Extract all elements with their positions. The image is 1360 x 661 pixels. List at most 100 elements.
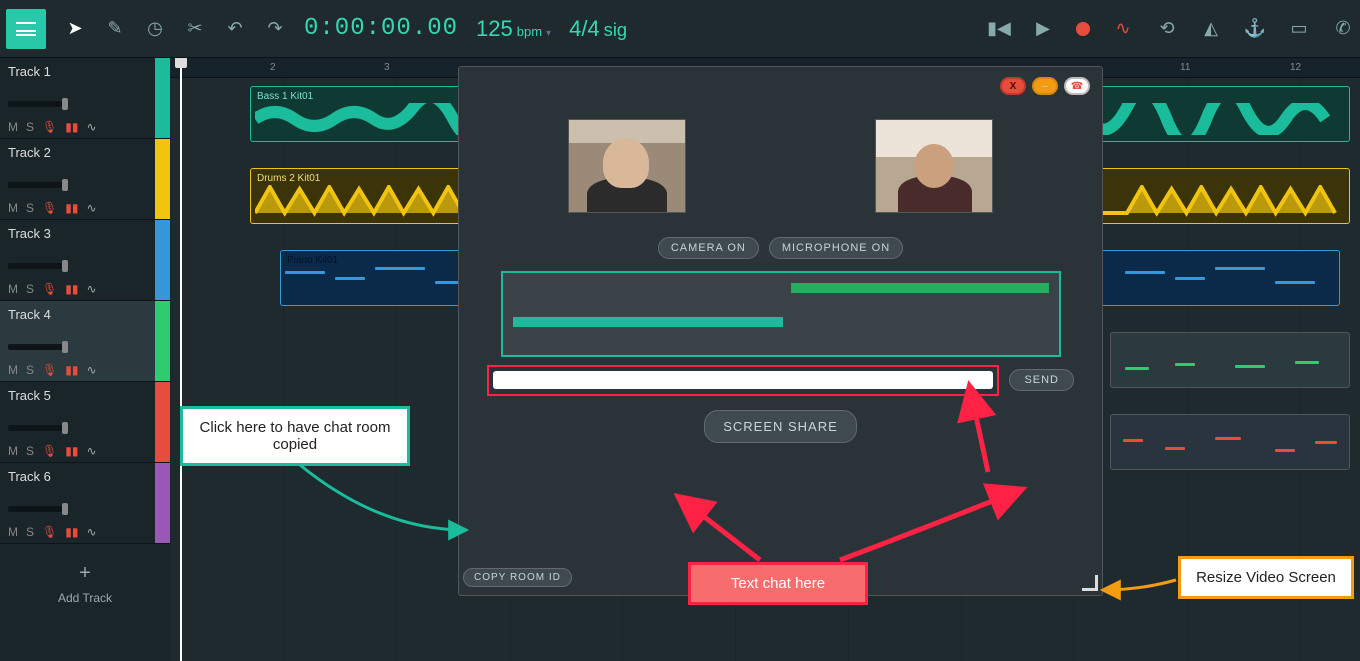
solo-button[interactable]: S	[26, 444, 34, 458]
track-color-strip	[155, 382, 170, 462]
solo-button[interactable]: S	[26, 120, 34, 134]
midi-notes	[1115, 345, 1345, 383]
solo-button[interactable]: S	[26, 282, 34, 296]
midi-icon[interactable]: ▮▮	[65, 444, 78, 458]
ruler-mark: 3	[384, 62, 390, 73]
callout-resize: Resize Video Screen	[1178, 556, 1354, 599]
midi-icon[interactable]: ▮▮	[65, 363, 78, 377]
close-video-button[interactable]: X	[1000, 77, 1026, 95]
track-header[interactable]: Track 1 M S 🎙 ▮▮ ∿	[0, 58, 170, 139]
metronome-icon[interactable]: ◭	[1200, 18, 1222, 40]
automation-toggle-icon[interactable]: ∿	[86, 444, 96, 458]
bpm-label: bpm	[517, 24, 542, 39]
arm-rec-icon[interactable]: 🎙	[42, 525, 57, 539]
track-name: Track 3	[8, 226, 162, 241]
solo-button[interactable]: S	[26, 363, 34, 377]
clip-label: Bass 1 Kit01	[257, 91, 313, 102]
midi-icon[interactable]: ▮▮	[65, 120, 78, 134]
mute-button[interactable]: M	[8, 363, 18, 377]
arm-rec-icon[interactable]: 🎙	[42, 201, 57, 215]
hangup-icon[interactable]: ☎	[1064, 77, 1090, 95]
snap-icon[interactable]: ▭	[1288, 18, 1310, 40]
record-icon[interactable]	[1076, 22, 1090, 36]
plus-icon: +	[79, 562, 91, 585]
sig-label: sig	[604, 19, 627, 41]
volume-slider[interactable]	[8, 182, 68, 188]
track-header[interactable]: Track 4 MS 🎙 ▮▮ ∿	[0, 301, 170, 382]
redo-icon[interactable]: ↷	[264, 18, 286, 40]
play-icon[interactable]: ▶	[1032, 18, 1054, 40]
timesig-display[interactable]: 4/4 sig	[569, 16, 627, 42]
copy-room-id-button[interactable]: COPY ROOM ID	[463, 568, 572, 587]
arm-rec-icon[interactable]: 🎙	[42, 120, 57, 134]
phone-icon[interactable]: ✆	[1332, 18, 1354, 40]
chat-input[interactable]	[493, 371, 993, 389]
arm-rec-icon[interactable]: 🎙	[42, 282, 57, 296]
chat-message	[513, 317, 783, 327]
tracks-panel: Track 1 M S 🎙 ▮▮ ∿ Track 2 MS🎙▮▮∿ Track …	[0, 58, 170, 661]
add-track-label: Add Track	[58, 591, 112, 605]
midi-clip[interactable]	[1110, 332, 1350, 388]
bpm-value: 125	[476, 16, 513, 42]
top-toolbar: ➤ ✎ ◷ ✂ ↶ ↷ 0:00:00.00 125 bpm ▾ 4/4 sig…	[0, 0, 1360, 58]
video-chat-panel[interactable]: X – ☎ CAMERA ON MICROPHONE ON SEND SCREE…	[458, 66, 1103, 596]
undo-icon[interactable]: ↶	[224, 18, 246, 40]
midi-icon[interactable]: ▮▮	[65, 201, 78, 215]
volume-slider[interactable]	[8, 506, 68, 512]
microphone-toggle-button[interactable]: MICROPHONE ON	[769, 237, 903, 259]
track-name: Track 6	[8, 469, 162, 484]
track-name: Track 5	[8, 388, 162, 403]
volume-slider[interactable]	[8, 344, 68, 350]
automation-icon[interactable]: ∿	[1112, 18, 1134, 40]
volume-slider[interactable]	[8, 263, 68, 269]
mute-button[interactable]: M	[8, 282, 18, 296]
bpm-display[interactable]: 125 bpm ▾	[476, 16, 551, 42]
mute-button[interactable]: M	[8, 120, 18, 134]
track-name: Track 4	[8, 307, 162, 322]
track-header[interactable]: Track 3 MS 🎙 ▮▮ ∿	[0, 220, 170, 301]
track-color-strip	[155, 220, 170, 300]
track-color-strip	[155, 301, 170, 381]
resize-handle[interactable]	[1082, 575, 1098, 591]
playhead[interactable]	[180, 58, 182, 661]
chat-log	[501, 271, 1061, 357]
volume-slider[interactable]	[8, 101, 68, 107]
track-header[interactable]: Track 6 MS 🎙 ▮▮ ∿	[0, 463, 170, 544]
midi-clip[interactable]	[1110, 414, 1350, 470]
arm-rec-icon[interactable]: 🎙	[42, 444, 57, 458]
mute-button[interactable]: M	[8, 201, 18, 215]
skip-start-icon[interactable]: ▮◀	[988, 18, 1010, 40]
pointer-tool-icon[interactable]: ➤	[64, 18, 86, 40]
automation-toggle-icon[interactable]: ∿	[86, 201, 96, 215]
track-header[interactable]: Track 2 MS🎙▮▮∿	[0, 139, 170, 220]
midi-icon[interactable]: ▮▮	[65, 525, 78, 539]
bpm-stepper-icon[interactable]: ▾	[546, 28, 551, 39]
time-display: 0:00:00.00	[304, 15, 458, 42]
automation-toggle-icon[interactable]: ∿	[86, 525, 96, 539]
pencil-tool-icon[interactable]: ✎	[104, 18, 126, 40]
screen-share-button[interactable]: SCREEN SHARE	[704, 410, 857, 443]
menu-button[interactable]	[6, 9, 46, 49]
send-button[interactable]: SEND	[1009, 369, 1074, 391]
automation-toggle-icon[interactable]: ∿	[86, 363, 96, 377]
ruler-mark: 11	[1180, 62, 1190, 73]
add-track-button[interactable]: + Add Track	[0, 544, 170, 661]
automation-toggle-icon[interactable]: ∿	[86, 120, 96, 134]
timer-tool-icon[interactable]: ◷	[144, 18, 166, 40]
track-header[interactable]: Track 5 MS 🎙 ▮▮ ∿	[0, 382, 170, 463]
mute-button[interactable]: M	[8, 444, 18, 458]
camera-toggle-button[interactable]: CAMERA ON	[658, 237, 759, 259]
scissors-tool-icon[interactable]: ✂	[184, 18, 206, 40]
volume-slider[interactable]	[8, 425, 68, 431]
midi-icon[interactable]: ▮▮	[65, 282, 78, 296]
arm-rec-icon[interactable]: 🎙	[42, 363, 57, 377]
automation-toggle-icon[interactable]: ∿	[86, 282, 96, 296]
loop-icon[interactable]: ⟲	[1156, 18, 1178, 40]
solo-button[interactable]: S	[26, 525, 34, 539]
minimize-video-button[interactable]: –	[1032, 77, 1058, 95]
solo-button[interactable]: S	[26, 201, 34, 215]
anchor-icon[interactable]: ⚓	[1244, 18, 1266, 40]
callout-text-chat: Text chat here	[688, 562, 868, 605]
sig-value: 4/4	[569, 16, 600, 42]
mute-button[interactable]: M	[8, 525, 18, 539]
